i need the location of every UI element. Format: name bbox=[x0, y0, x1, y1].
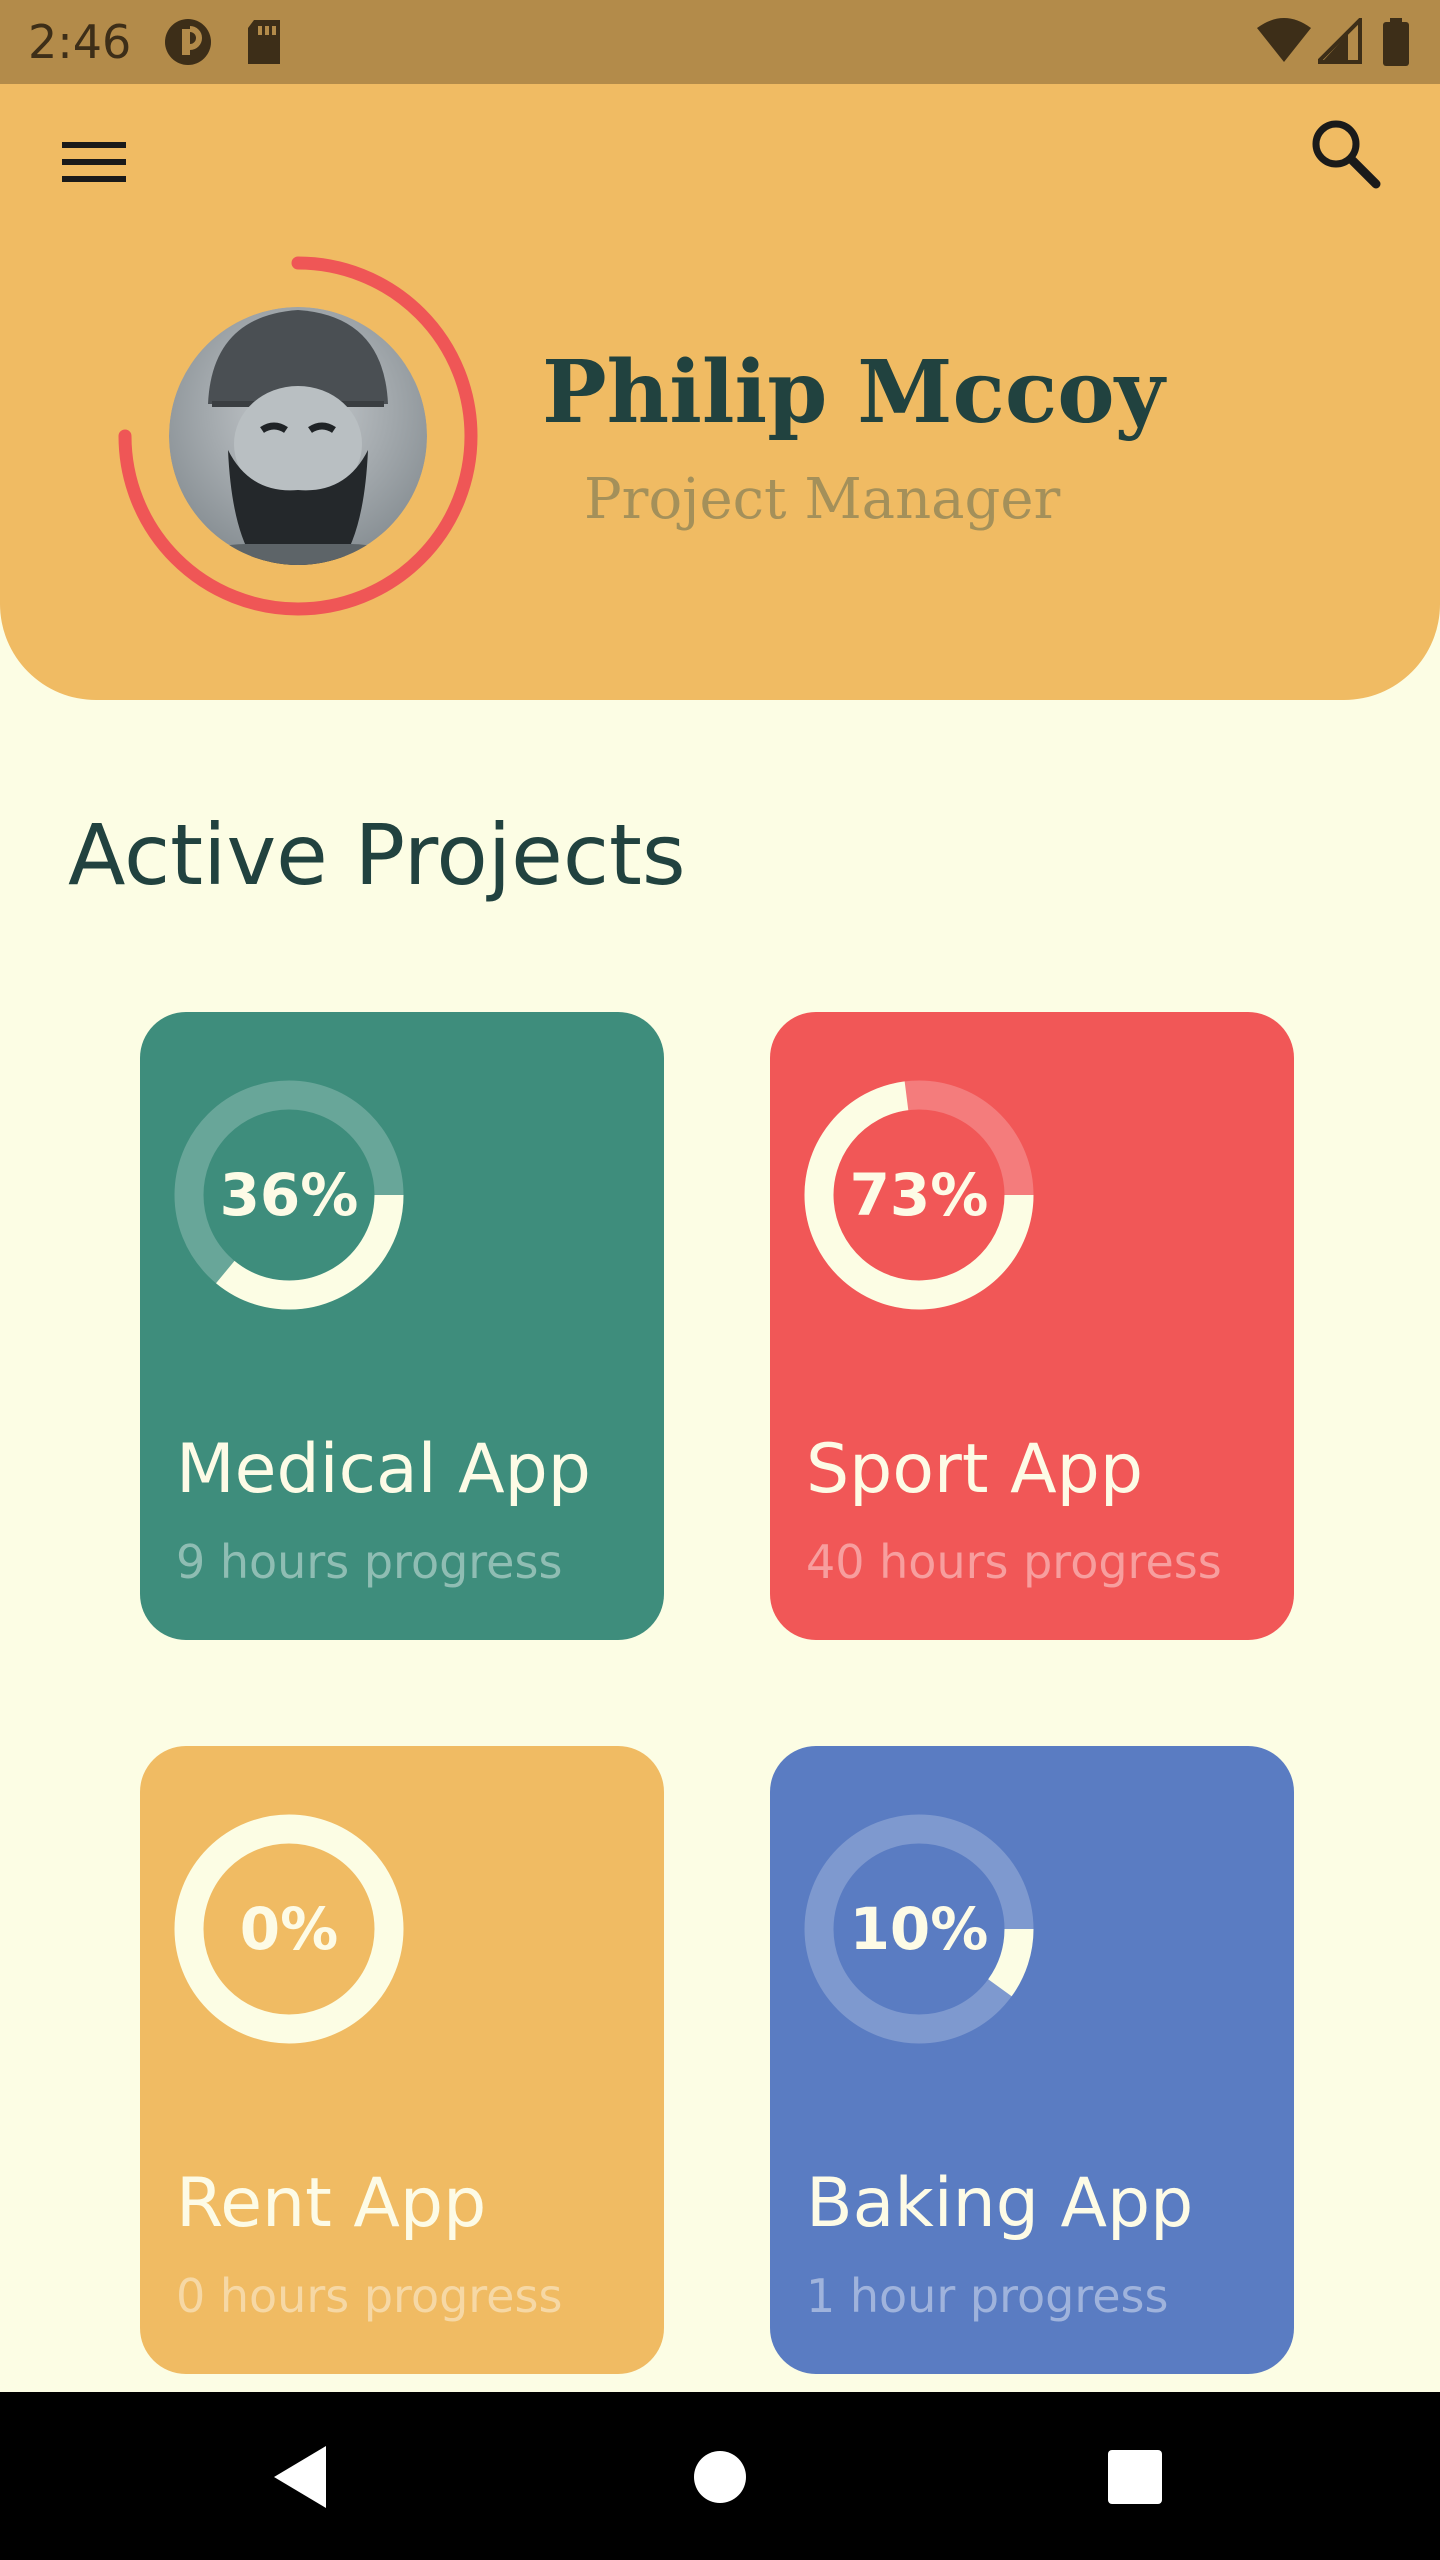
sync-icon bbox=[165, 19, 211, 65]
wifi-icon bbox=[1257, 18, 1311, 62]
project-subtitle: 9 hours progress bbox=[176, 1535, 563, 1589]
progress-percent: 10% bbox=[849, 1895, 989, 1963]
project-title: Medical App bbox=[176, 1430, 591, 1509]
progress-percent: 0% bbox=[239, 1895, 339, 1963]
project-card[interactable]: 73% Sport App 40 hours progress bbox=[770, 1012, 1294, 1640]
status-bar: 2:46 bbox=[0, 0, 1440, 84]
project-card[interactable]: 10% Baking App 1 hour progress bbox=[770, 1746, 1294, 2374]
progress-percent: 36% bbox=[219, 1161, 359, 1229]
project-title: Baking App bbox=[806, 2164, 1194, 2243]
project-title: Sport App bbox=[806, 1430, 1144, 1509]
project-subtitle: 0 hours progress bbox=[176, 2269, 563, 2323]
profile-role: Project Manager bbox=[584, 467, 1061, 532]
home-circle-icon[interactable] bbox=[675, 2432, 765, 2522]
project-subtitle: 40 hours progress bbox=[806, 1535, 1222, 1589]
sd-card-icon bbox=[248, 20, 280, 64]
project-card[interactable]: 0% Rent App 0 hours progress bbox=[140, 1746, 664, 2374]
profile-name: Philip Mccoy bbox=[542, 342, 1165, 443]
status-time: 2:46 bbox=[28, 15, 132, 69]
system-nav-bar bbox=[0, 2392, 1440, 2560]
cell-signal-icon bbox=[1318, 18, 1362, 64]
section-title: Active Projects bbox=[68, 806, 686, 904]
project-title: Rent App bbox=[176, 2164, 487, 2243]
battery-icon bbox=[1383, 18, 1409, 66]
back-triangle-icon[interactable] bbox=[256, 2432, 346, 2522]
menu-icon[interactable] bbox=[52, 120, 136, 204]
project-card[interactable]: 36% Medical App 9 hours progress bbox=[140, 1012, 664, 1640]
search-icon[interactable] bbox=[1302, 110, 1386, 194]
project-subtitle: 1 hour progress bbox=[806, 2269, 1169, 2323]
recents-square-icon[interactable] bbox=[1090, 2432, 1180, 2522]
avatar bbox=[118, 256, 478, 616]
progress-percent: 73% bbox=[849, 1161, 989, 1229]
profile-header: Philip Mccoy Project Manager bbox=[0, 84, 1440, 700]
